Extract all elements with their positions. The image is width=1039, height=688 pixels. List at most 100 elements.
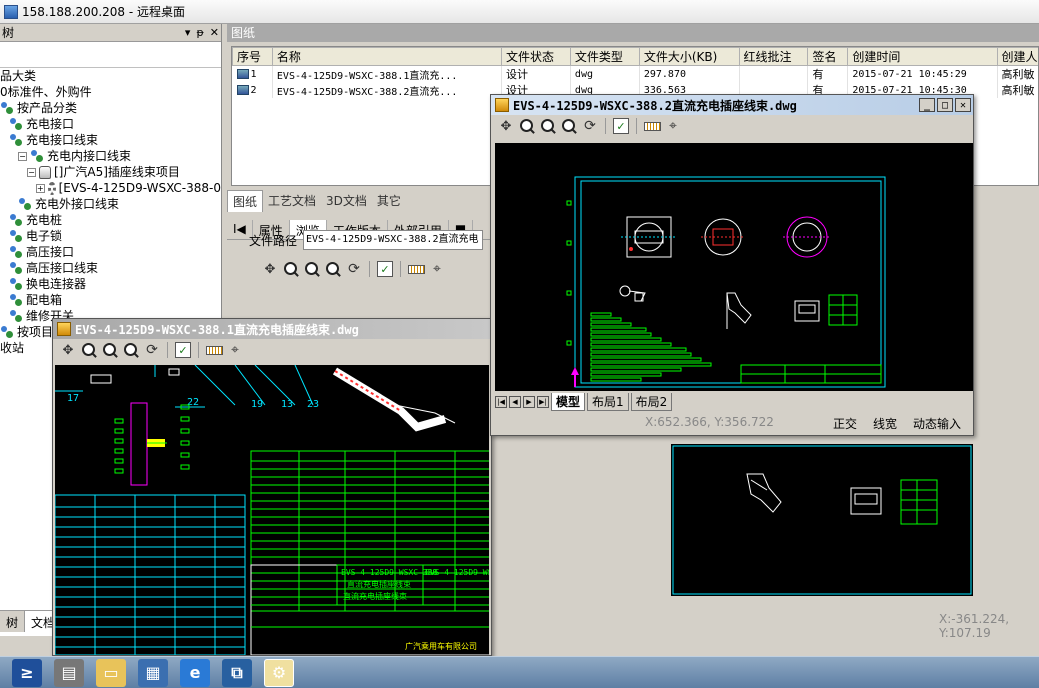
tree-item-label: 充电外接口线束 [35,197,120,211]
cad-window-1: EVS-4-125D9-WSXC-388.1直流充电插座线束.dwg ✥ ⟳ ✓… [52,318,492,656]
tree-item[interactable]: 充电接口 [0,116,221,132]
zoom-extents-icon[interactable] [143,341,161,359]
ruler-icon[interactable] [205,341,223,359]
dropdown-icon[interactable]: ▾ [185,26,191,39]
pin-icon[interactable]: ᵽ [196,26,203,39]
column-header[interactable]: 文件类型 [569,47,640,66]
measure-icon[interactable] [428,260,446,278]
column-header[interactable]: 序号 [232,47,273,66]
server-manager-icon[interactable]: ▤ [54,658,84,687]
tab-layout2[interactable]: 布局2 [630,393,673,411]
column-header[interactable]: 文件大小(KB) [638,47,740,66]
zoom-icon[interactable] [518,117,536,135]
tree-item[interactable]: − 充电内接口线束 [0,148,221,164]
network-icon[interactable]: ▦ [138,658,168,687]
collapse-icon[interactable]: − [27,167,36,177]
column-header[interactable]: 签名 [807,47,849,66]
cad-viewer-icon[interactable]: ⚙ [264,658,294,687]
tab-drawings[interactable]: 图纸 [227,190,264,212]
zoom-in-icon[interactable] [101,341,119,359]
zoom-extents-icon[interactable] [581,117,599,135]
tree-item-label: 充电接口 [26,117,75,131]
tab-layout1[interactable]: 布局1 [587,393,629,411]
ruler-icon[interactable] [643,117,661,135]
collapse-icon[interactable]: − [18,151,27,161]
file-path-row: 文件路径 EVS-4-125D9-WSXC-388.2直流充电 [249,230,499,250]
dwg-row-icon [236,68,249,79]
tree-item[interactable]: 充电外接口线束 [0,196,221,212]
cad-window-1-titlebar[interactable]: EVS-4-125D9-WSXC-388.1直流充电插座线束.dwg [53,319,491,339]
wire-bar [590,357,702,362]
column-header[interactable]: 红线批注 [738,47,809,66]
pan-icon[interactable] [497,117,515,135]
tree-item[interactable]: 高压接口 [0,244,221,260]
lineweight-toggle[interactable]: 线宽 [873,415,897,432]
tree-item[interactable]: 充电接口线束 [0,132,221,148]
powershell-icon[interactable]: ≥ [12,658,42,687]
app-icon[interactable]: ⧉ [222,658,252,687]
title-block-name: 直流充电插座线束 [347,579,411,589]
column-header[interactable]: 文件状态 [501,47,571,66]
check-icon[interactable] [612,117,630,135]
category-icon [9,309,23,323]
close-icon[interactable]: ✕ [210,26,219,39]
background-preview-canvas[interactable] [671,444,973,596]
cad-window-2-titlebar[interactable]: EVS-4-125D9-WSXC-388.2直流充电插座线束.dwg _ □ ✕ [491,95,973,115]
tab-tree[interactable]: 树 [0,611,26,632]
tab-process-docs[interactable]: 工艺文档 [263,190,321,212]
tree-item[interactable]: 0标准件、外购件 [0,84,221,100]
tree-item-label: 配电箱 [26,293,63,307]
zoom-icon[interactable] [80,341,98,359]
table-cell-text: EVS-4-125D9-WSXC-388.1直流充... [276,70,458,82]
tab-model[interactable]: 模型 [551,393,586,411]
column-header[interactable]: 创建人 [996,47,1038,66]
zoom-out-icon[interactable] [122,341,140,359]
measure-icon[interactable] [664,117,682,135]
ie-icon[interactable]: e [180,658,210,687]
last-tab-icon[interactable]: ▶| [537,396,549,408]
zoom-in-icon[interactable] [539,117,557,135]
column-header[interactable]: 名称 [271,47,503,66]
check-icon[interactable] [376,260,394,278]
zoom-out-icon[interactable] [324,260,342,278]
dynamic-input-toggle[interactable]: 动态输入 [913,415,961,432]
tree-item[interactable]: 配电箱 [0,292,221,308]
column-header[interactable]: 创建时间 [847,47,998,66]
explorer-icon[interactable]: ▭ [96,658,126,687]
ruler-icon[interactable] [407,260,425,278]
connector-face-drawing [850,487,882,515]
tree-item[interactable]: − []广汽A5]插座线束项目 [0,164,221,180]
measure-icon[interactable] [226,341,244,359]
ortho-toggle[interactable]: 正交 [833,415,857,432]
file-path-field[interactable]: EVS-4-125D9-WSXC-388.2直流充电 [303,230,484,250]
table-row[interactable]: 1 EVS-4-125D9-WSXC-388.1直流充... 设计 dwg 297.87… [232,65,1038,82]
prev-tab-icon[interactable]: ◀ [509,396,521,408]
tree-item[interactable]: 高压接口线束 [0,260,221,276]
tab-3d-docs[interactable]: 3D文档 [321,190,372,212]
tree-item[interactable]: + [EVS-4-125D9-WSXC-388-0 [0,180,221,196]
pan-icon[interactable] [261,260,279,278]
close-button[interactable]: ✕ [955,98,971,112]
tab-other[interactable]: 其它 [372,190,406,212]
table-cell-text: EVS-4-125D9-WSXC-388.2直流充... [276,86,458,98]
expand-icon[interactable]: + [36,183,45,193]
zoom-out-icon[interactable] [560,117,578,135]
tree-item[interactable]: 品大类 [0,68,221,84]
first-tab-icon[interactable]: |◀ [495,396,507,408]
zoom-extents-icon[interactable] [345,260,363,278]
cad-window-2-canvas[interactable] [495,143,973,391]
pan-icon[interactable] [59,341,77,359]
tree-item[interactable]: 充电桩 [0,212,221,228]
maximize-button[interactable]: □ [937,98,953,112]
next-tab-icon[interactable]: ▶ [523,396,535,408]
check-icon[interactable] [174,341,192,359]
cad-window-1-canvas[interactable]: 17 22 19 13 23 EVS-4-125D9-WSXC-388 直流充电… [55,365,489,655]
tree-item[interactable]: 电子锁 [0,228,221,244]
minimize-button[interactable]: _ [919,98,935,112]
tree-item[interactable]: 按产品分类 [0,100,221,116]
remote-desktop-titlebar[interactable]: 158.188.200.208 - 远程桌面 [0,0,1039,24]
zoom-in-icon[interactable] [303,260,321,278]
tree-item[interactable]: 换电连接器 [0,276,221,292]
zoom-icon[interactable] [282,260,300,278]
tree-item-label: 品大类 [0,69,37,83]
